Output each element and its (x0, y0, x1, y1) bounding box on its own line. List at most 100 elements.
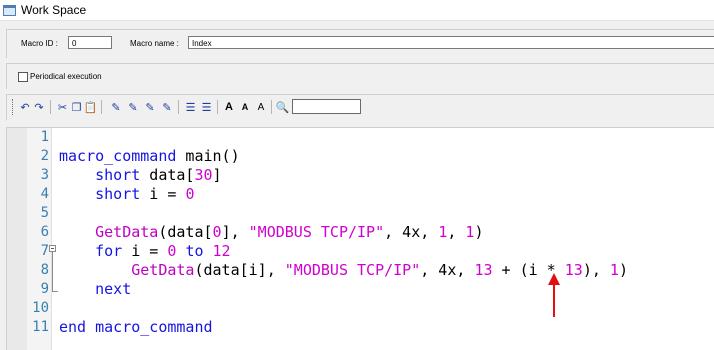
line-number: 9 (40, 281, 49, 297)
macro-name-field[interactable]: Index (188, 36, 714, 49)
code-line[interactable]: 1 (7, 128, 714, 147)
undo-icon[interactable]: ↶ (18, 99, 32, 115)
code-text: for i = 0 to 12 (59, 242, 230, 261)
code-token-kw: to (185, 242, 204, 260)
code-line[interactable]: 11 end macro_command (7, 318, 714, 337)
toolbar-separator (50, 100, 51, 114)
code-text: GetData(data[i], "MODBUS TCP/IP", 4x, 13… (59, 261, 628, 280)
code-token-pl: ) (474, 223, 484, 241)
code-token-pl: (data[i], (194, 261, 285, 279)
code-token-pl: ], (221, 223, 249, 241)
font-normal-icon[interactable]: A (255, 99, 267, 115)
bookmark-prev-icon[interactable]: ✎ (143, 99, 157, 115)
code-token-num: 1 (438, 223, 448, 241)
bookmark-toggle-icon[interactable]: ✎ (109, 99, 123, 115)
code-line[interactable]: 9 next (7, 280, 714, 299)
code-text: macro_command main() (59, 147, 240, 166)
code-line[interactable]: 2 macro_command main() (7, 147, 714, 166)
code-token-num: 13 (474, 261, 493, 279)
outdent-icon[interactable]: ☰ (200, 99, 213, 115)
code-token-pl: ) (618, 261, 628, 279)
code-token-pl: ), (582, 261, 610, 279)
find-icon[interactable]: 🔍 (275, 99, 290, 115)
code-token-kw: macro_command (59, 147, 177, 165)
line-number: 5 (40, 205, 49, 221)
macro-name-label: Macro name : (130, 39, 179, 48)
toolbar-separator (178, 100, 179, 114)
code-token-kw: short (95, 166, 141, 184)
window-icon (3, 4, 16, 16)
code-token-num: 30 (194, 166, 213, 184)
code-token-kw: end macro_command (59, 318, 213, 336)
line-number: 2 (40, 148, 49, 164)
indent-icon[interactable]: ☰ (184, 99, 197, 115)
code-token-fn: GetData (95, 223, 159, 241)
macro-id-field[interactable]: 0 (68, 36, 112, 49)
code-token-pl: + (i * (492, 261, 565, 279)
code-token-str: "MODBUS TCP/IP" (248, 223, 385, 241)
code-text: short i = 0 (59, 185, 194, 204)
toolbar-grip (12, 99, 15, 115)
code-token-pl: data[ (140, 166, 195, 184)
code-token-pl: (data[ (158, 223, 213, 241)
line-number: 6 (40, 224, 49, 240)
periodical-execution-label: Periodical execution (30, 72, 102, 81)
line-number: 4 (40, 186, 49, 202)
macro-info-panel: Macro ID : 0 Macro name : Index (6, 29, 714, 58)
toolbar-separator (101, 100, 102, 114)
find-input[interactable] (292, 99, 361, 114)
code-line[interactable]: 7 for i = 0 to 12 (7, 242, 714, 261)
code-token-str: "MODBUS TCP/IP" (284, 261, 421, 279)
cut-icon[interactable]: ✂ (56, 99, 69, 115)
toolbar-separator (271, 100, 272, 114)
code-text: next (59, 280, 131, 299)
code-token-num: 0 (212, 223, 222, 241)
bookmark-next-icon[interactable]: ✎ (126, 99, 140, 115)
code-line[interactable]: 8 GetData(data[i], "MODBUS TCP/IP", 4x, … (7, 261, 714, 280)
code-text: GetData(data[0], "MODBUS TCP/IP", 4x, 1,… (59, 223, 483, 242)
code-text: short data[30] (59, 166, 221, 185)
code-line[interactable]: 5 (7, 204, 714, 223)
code-line[interactable]: 6 GetData(data[0], "MODBUS TCP/IP", 4x, … (7, 223, 714, 242)
code-token-pl: i = (122, 242, 168, 260)
code-token-fn: GetData (131, 261, 195, 279)
paste-icon[interactable]: 📋 (84, 99, 98, 115)
code-token-pl: main() (176, 147, 240, 165)
code-token-kw: short (95, 185, 141, 203)
code-line[interactable]: 4 short i = 0 (7, 185, 714, 204)
code-token-num: 0 (185, 185, 195, 203)
code-line[interactable]: 10 (7, 299, 714, 318)
font-increase-icon[interactable]: A (223, 99, 235, 115)
code-token-num: 13 (564, 261, 583, 279)
code-token-num: 1 (609, 261, 619, 279)
code-token-pl: , 4x, (420, 261, 475, 279)
title-bar: Work Space (0, 0, 714, 21)
window-title: Work Space (21, 3, 87, 17)
copy-icon[interactable]: ❐ (70, 99, 83, 115)
code-line[interactable]: 3 short data[30] (7, 166, 714, 185)
font-decrease-icon[interactable]: A (239, 99, 251, 115)
line-number: 3 (40, 167, 49, 183)
redo-icon[interactable]: ↷ (32, 99, 46, 115)
options-panel: Periodical execution (6, 63, 714, 89)
macro-id-label: Macro ID : (21, 39, 58, 48)
editor-toolbar: ↶ ↷ ✂ ❐ 📋 ✎ ✎ ✎ ✎ ☰ ☰ A A A 🔍 (6, 94, 714, 120)
line-number: 7 (40, 243, 49, 259)
code-token-pl: , 4x, (384, 223, 439, 241)
code-token-kw: for (95, 242, 123, 260)
toolbar-separator (217, 100, 218, 114)
periodical-execution-checkbox[interactable] (18, 72, 28, 82)
line-number: 10 (32, 300, 49, 316)
code-editor[interactable]: 1 2 macro_command main() 3 short data[30] 4 … (6, 127, 714, 350)
line-number: 8 (40, 262, 49, 278)
line-number: 11 (32, 319, 49, 335)
code-token-pl: i = (140, 185, 186, 203)
bookmark-clear-icon[interactable]: ✎ (160, 99, 174, 115)
